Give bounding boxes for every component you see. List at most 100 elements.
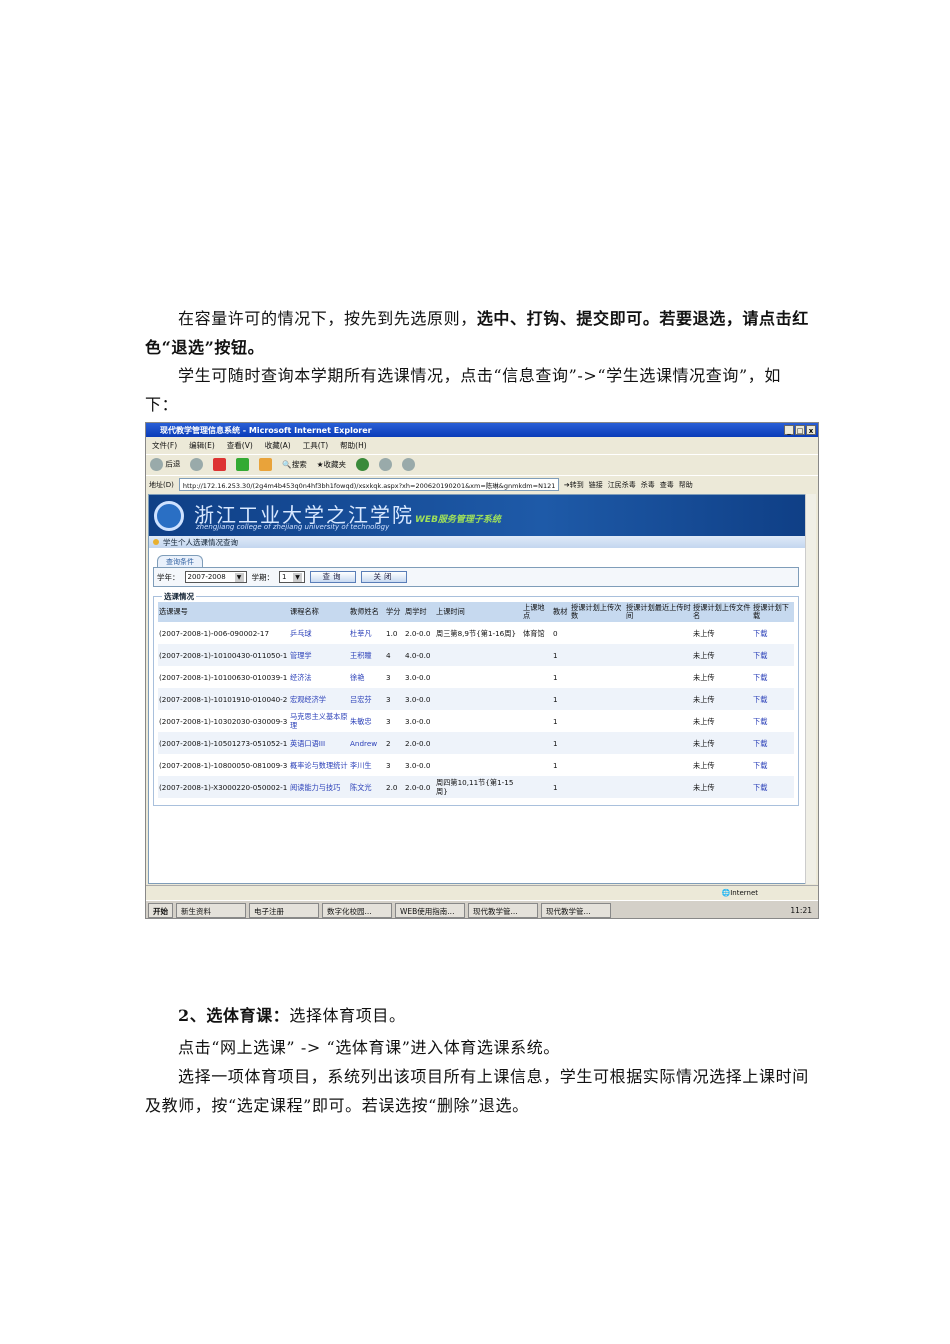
table-cell <box>570 732 625 754</box>
back-button[interactable]: 后退 <box>150 458 180 471</box>
text: 选择体育项目。 <box>289 1006 406 1025</box>
download-link[interactable]: 下载 <box>752 776 794 798</box>
link-jiangmin[interactable]: 江民杀毒 <box>608 480 636 490</box>
link-help[interactable]: 帮助 <box>679 480 693 490</box>
menu-item[interactable]: 查看(V) <box>227 440 253 451</box>
table-cell: 周三第8,9节{第1-16周} <box>436 628 517 638</box>
table-cell: 1 <box>552 732 570 754</box>
table-cell: 1 <box>553 760 558 770</box>
table-cell <box>570 622 625 644</box>
year-select[interactable]: 2007-2008 ▼ <box>184 571 247 583</box>
menu-item[interactable]: 工具(T) <box>303 440 328 451</box>
teacher-link[interactable]: 朱敏忠 <box>349 710 385 732</box>
taskbar-item[interactable]: WEB使用指南... <box>395 902 465 918</box>
table-cell <box>625 666 692 688</box>
taskbar-item[interactable]: 新生资料 <box>176 902 246 918</box>
table-row: (2007-2008-1)-X3000220-050002-1 阅读能力与技巧 陈文… <box>158 776 794 798</box>
download-link[interactable]: 下载 <box>752 754 794 776</box>
table-cell: 2.0-0.0 <box>405 628 431 638</box>
teacher-link[interactable]: 吕宏芬 <box>349 688 385 710</box>
course-name-link[interactable]: 宏观经济学 <box>289 688 349 710</box>
menu-item[interactable]: 帮助(H) <box>340 440 367 451</box>
go-button[interactable]: ➔转到 <box>564 480 584 490</box>
table-cell: 3.0-0.0 <box>404 688 435 710</box>
teacher-link[interactable]: 王积瞳 <box>349 644 385 666</box>
taskbar-item[interactable]: 数字化校园... <box>322 902 392 918</box>
zone-label: Internet <box>730 888 758 897</box>
table-cell <box>435 644 522 666</box>
download-link[interactable]: 下载 <box>752 666 794 688</box>
print-icon[interactable] <box>401 458 415 471</box>
download-link[interactable]: 下载 <box>752 622 794 644</box>
label: 转到 <box>569 480 584 489</box>
vertical-scrollbar[interactable] <box>805 494 816 884</box>
table-cell: 3 <box>385 688 404 710</box>
menu-bar: 文件(F) 编辑(E) 查看(V) 收藏(A) 工具(T) 帮助(H) <box>146 438 818 453</box>
table-cell <box>435 666 522 688</box>
column-header: 教材 <box>552 602 570 622</box>
teacher-link[interactable]: 李川生 <box>349 754 385 776</box>
home-icon[interactable] <box>259 458 273 471</box>
table-cell <box>435 710 522 732</box>
teacher-link[interactable]: 杜莘凡 <box>349 622 385 644</box>
teacher-link[interactable]: Andrew <box>349 732 385 754</box>
table-cell <box>570 776 625 798</box>
url-input[interactable]: http://172.16.253.30/(2g4m4b453q0n4hf3bh… <box>178 478 559 491</box>
refresh-icon[interactable] <box>236 458 250 471</box>
menu-item[interactable]: 收藏(A) <box>265 440 291 451</box>
table-cell: 未上传 <box>692 732 752 754</box>
column-header: 选课课号 <box>158 602 289 622</box>
mail-icon[interactable] <box>378 458 392 471</box>
query-button[interactable]: 查询 <box>310 571 356 583</box>
course-name-link[interactable]: 经济法 <box>289 666 349 688</box>
forward-icon[interactable] <box>190 458 204 471</box>
term-label: 学期： <box>251 572 275 582</box>
minimize-icon[interactable]: _ <box>784 425 794 435</box>
results-legend: 选课情况 <box>162 591 196 602</box>
section-title: 学生个人选课情况查询 <box>163 538 238 547</box>
teacher-link[interactable]: 陈文光 <box>349 776 385 798</box>
link-antivirus[interactable]: 杀毒 <box>641 480 655 490</box>
table-cell: (2007-2008-1)-X3000220-050002-1 <box>158 776 289 798</box>
download-link[interactable]: 下载 <box>752 732 794 754</box>
label: 后退 <box>165 459 181 469</box>
start-button[interactable]: 开始 <box>148 902 173 918</box>
download-link[interactable]: 下载 <box>752 644 794 666</box>
close-icon[interactable]: x <box>806 425 816 435</box>
course-name-link[interactable]: 概率论与数理统计 <box>289 754 349 776</box>
course-name-link[interactable]: 乒乓球 <box>289 622 349 644</box>
table-cell: 周四第10,11节{第1-15周} <box>435 776 522 798</box>
menu-item[interactable]: 文件(F) <box>152 440 177 451</box>
search-button[interactable]: 🔍搜索 <box>282 459 306 470</box>
table-cell: 未上传 <box>693 628 715 638</box>
taskbar-item[interactable]: 电子注册 <box>249 902 319 918</box>
download-link[interactable]: 下载 <box>752 688 794 710</box>
teacher-link[interactable]: 徐艳 <box>349 666 385 688</box>
course-name-link[interactable]: 管理学 <box>289 644 349 666</box>
term-select[interactable]: 1 ▼ <box>279 571 305 583</box>
favorites-button[interactable]: ★收藏夹 <box>317 459 346 470</box>
stop-icon[interactable] <box>213 458 227 471</box>
web-content: 浙江工业大学之江学院 zhengjiang college of zhejian… <box>148 494 806 884</box>
year-label: 学年： <box>157 572 180 582</box>
links-button[interactable]: 链接 <box>589 480 603 490</box>
table-cell: 1 <box>552 776 570 798</box>
course-name-link[interactable]: 英语口语III <box>289 732 349 754</box>
table-cell: (2007-2008-1)-006-090002-17 <box>159 628 270 638</box>
taskbar-item[interactable]: 现代教学管... <box>468 902 538 918</box>
link-scan[interactable]: 查毒 <box>660 480 674 490</box>
close-button[interactable]: 关闭 <box>361 571 407 583</box>
download-link[interactable]: 下载 <box>752 710 794 732</box>
label: 搜索 <box>291 460 307 469</box>
subsystem-title: WEB服务管理子系统 <box>415 515 501 525</box>
course-name-link[interactable]: 马克思主义基本原理 <box>289 710 349 732</box>
course-name-link[interactable]: 阅读能力与技巧 <box>289 776 349 798</box>
taskbar-item[interactable]: 现代教学管... <box>541 902 611 918</box>
history-icon[interactable] <box>355 458 369 471</box>
table-cell <box>435 732 522 754</box>
table-cell <box>570 688 625 710</box>
maximize-icon[interactable]: □ <box>795 425 805 435</box>
toolbar: 后退 🔍搜索 ★收藏夹 <box>146 454 818 474</box>
address-label: 地址(D) <box>149 480 174 489</box>
menu-item[interactable]: 编辑(E) <box>189 440 215 451</box>
